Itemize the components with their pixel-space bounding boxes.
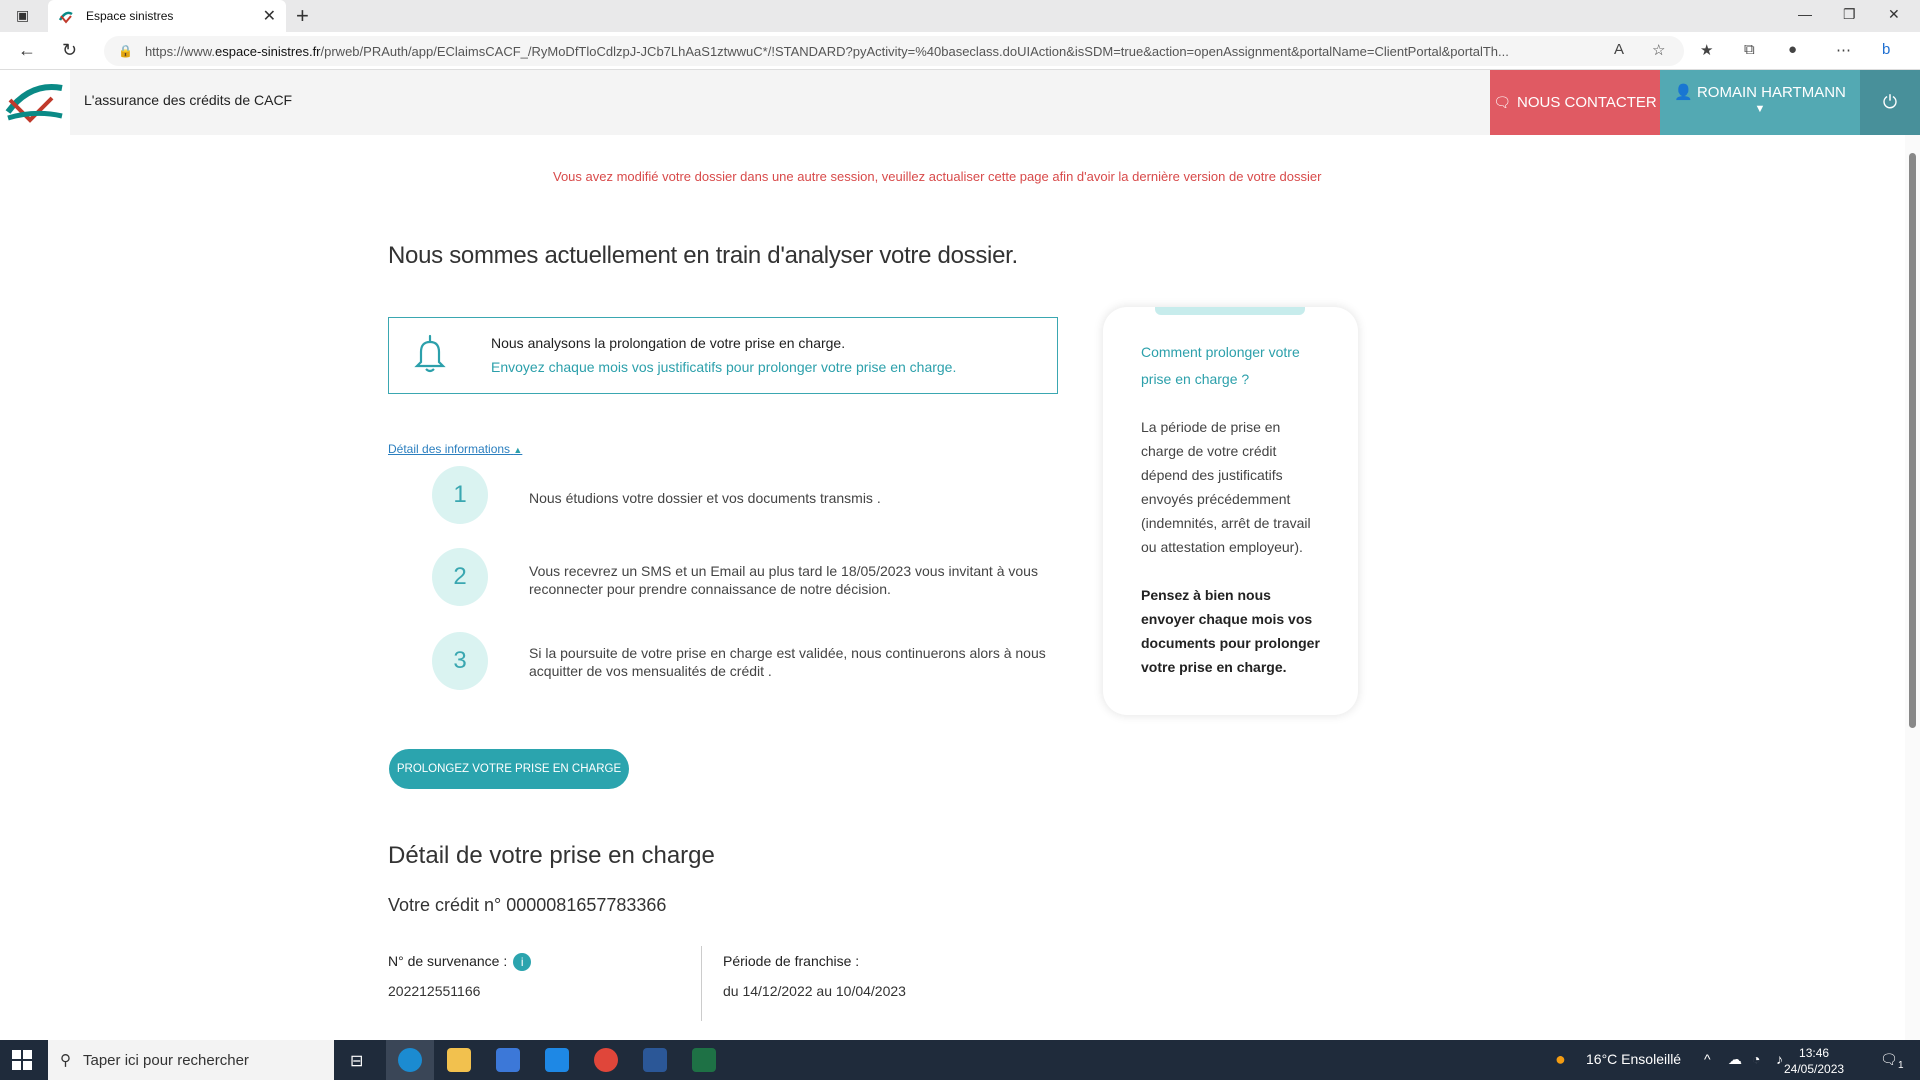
session-warning: Vous avez modifié votre dossier dans une… bbox=[553, 169, 1322, 184]
notice-title: Nous analysons la prolongation de votre … bbox=[491, 335, 846, 351]
mail-icon[interactable] bbox=[545, 1048, 569, 1072]
volume-icon[interactable]: ♪ bbox=[1776, 1051, 1783, 1067]
clock-time: 13:46 bbox=[1799, 1046, 1830, 1060]
taskbar: ⚲ Taper ici pour rechercher ⊟ ● 16°C Ens… bbox=[0, 1040, 1920, 1080]
tab-actions-icon[interactable]: ▣ bbox=[16, 7, 29, 24]
ca-favicon-icon bbox=[58, 11, 73, 24]
weather-text[interactable]: 16°C Ensoleillé bbox=[1586, 1051, 1681, 1067]
power-icon: ⏻ bbox=[1882, 92, 1898, 112]
taskbar-search[interactable]: ⚲ Taper ici pour rechercher bbox=[48, 1040, 334, 1080]
collections-icon[interactable]: ⧉ bbox=[1744, 41, 1755, 58]
user-menu[interactable]: 👤 ROMAIN HARTMANN ▼ bbox=[1660, 70, 1860, 135]
card-accent bbox=[1155, 307, 1305, 315]
page-title: Nous sommes actuellement en train d'anal… bbox=[388, 242, 1018, 269]
store-icon[interactable] bbox=[496, 1048, 520, 1072]
back-icon[interactable]: ← bbox=[18, 40, 36, 61]
card-strong: Pensez à bien nous envoyer chaque mois v… bbox=[1141, 587, 1320, 675]
url-host: espace-sinistres.fr bbox=[215, 43, 321, 59]
chat-icon: 🗨 bbox=[1493, 94, 1512, 110]
favorite-add-icon[interactable]: ☆ bbox=[1652, 41, 1665, 59]
extend-coverage-button[interactable]: PROLONGEZ VOTRE PRISE EN CHARGE bbox=[389, 749, 629, 789]
notification-count: 1 bbox=[1898, 1060, 1904, 1071]
contact-label: NOUS CONTACTER bbox=[1517, 94, 1657, 111]
credit-number: Votre crédit n° 0000081657783366 bbox=[388, 895, 667, 915]
notice-text: Envoyez chaque mois vos justificatifs po… bbox=[491, 359, 957, 375]
step-badge: 1 bbox=[432, 466, 488, 524]
card-body: La période de prise en charge de votre c… bbox=[1141, 419, 1311, 555]
refresh-icon[interactable]: ↻ bbox=[62, 40, 77, 61]
excel-icon[interactable] bbox=[692, 1048, 716, 1072]
read-aloud-icon[interactable]: A bbox=[1614, 41, 1624, 58]
new-tab-icon[interactable]: + bbox=[296, 3, 309, 29]
step-text: Si la poursuite de votre prise en charge… bbox=[529, 645, 1046, 679]
franchise-label: Période de franchise : bbox=[723, 953, 860, 969]
cloud-icon[interactable]: ☁ bbox=[1728, 1051, 1742, 1068]
scrollbar-thumb[interactable] bbox=[1909, 153, 1916, 728]
url-field[interactable]: 🔒 https://www. espace-sinistres.fr/prweb/… bbox=[104, 36, 1684, 66]
search-icon: ⚲ bbox=[60, 1052, 71, 1069]
divider bbox=[701, 946, 702, 1021]
brand-text: L'assurance des crédits de CACF bbox=[84, 92, 293, 108]
profile-icon[interactable]: ● bbox=[1788, 41, 1797, 58]
task-view-icon[interactable]: ⊟ bbox=[350, 1051, 363, 1071]
survenance-label: N° de survenance : bbox=[388, 953, 508, 969]
more-icon[interactable]: ⋯ bbox=[1836, 41, 1851, 59]
user-name: ROMAIN HARTMANN bbox=[1696, 84, 1846, 101]
contact-button[interactable]: 🗨 NOUS CONTACTER bbox=[1490, 70, 1660, 135]
restore-icon[interactable]: ❐ bbox=[1843, 6, 1856, 23]
edge-icon[interactable] bbox=[398, 1048, 422, 1072]
step-text: Nous étudions votre dossier et vos docum… bbox=[529, 490, 881, 506]
close-tab-icon[interactable]: ✕ bbox=[263, 6, 276, 26]
minimize-icon[interactable]: — bbox=[1798, 6, 1812, 22]
step-text: Vous recevrez un SMS et un Email au plus… bbox=[529, 563, 1038, 597]
lock-icon: 🔒 bbox=[118, 44, 133, 58]
sun-icon: ● bbox=[1555, 1049, 1566, 1069]
section-title: Détail de votre prise en charge bbox=[388, 842, 715, 869]
survenance-label-row: N° de survenance : i bbox=[388, 953, 532, 972]
bing-icon[interactable]: b bbox=[1882, 41, 1890, 58]
file-explorer-icon[interactable] bbox=[447, 1048, 471, 1072]
browser-tab[interactable]: Espace sinistres ✕ bbox=[48, 0, 286, 32]
url-path: /prweb/PRAuth/app/EClaimsCACF_/RyMoDfTlo… bbox=[320, 43, 1509, 59]
logout-button[interactable]: ⏻ bbox=[1860, 70, 1920, 135]
windows-start-icon[interactable] bbox=[12, 1050, 32, 1070]
franchise-value: du 14/12/2022 au 10/04/2023 bbox=[723, 983, 906, 999]
chevron-up-icon: ▲ bbox=[513, 445, 523, 455]
close-window-icon[interactable]: ✕ bbox=[1888, 6, 1900, 23]
step-badge: 2 bbox=[432, 548, 488, 606]
chevron-down-icon: ▼ bbox=[1754, 103, 1766, 115]
clock-date: 24/05/2023 bbox=[1784, 1062, 1845, 1076]
network-icon[interactable]: ◔ bbox=[1752, 1051, 1760, 1067]
card-title: Comment prolonger votre prise en charge … bbox=[1141, 344, 1300, 387]
tab-title: Espace sinistres bbox=[86, 9, 174, 23]
favorites-icon[interactable]: ★ bbox=[1700, 41, 1713, 59]
clock[interactable]: 13:46 24/05/2023 bbox=[1784, 1045, 1844, 1077]
url-prefix: https://www. bbox=[144, 43, 216, 59]
notice-box: Nous analysons la prolongation de votre … bbox=[388, 317, 1058, 394]
detail-toggle-link[interactable]: Détail des informations ▲ bbox=[388, 442, 522, 456]
page-scrollbar[interactable] bbox=[1905, 135, 1920, 1040]
address-bar-row: ← ↻ 🔒 https://www. espace-sinistres.fr/pr… bbox=[0, 32, 1920, 70]
info-icon[interactable]: i bbox=[513, 953, 532, 972]
survenance-value: 202212551166 bbox=[388, 983, 481, 999]
user-icon: 👤 bbox=[1674, 84, 1697, 101]
detail-link-label: Détail des informations bbox=[388, 442, 511, 456]
word-icon[interactable] bbox=[643, 1048, 667, 1072]
bell-icon bbox=[414, 334, 446, 373]
chevron-up-icon[interactable]: ^ bbox=[1704, 1051, 1711, 1067]
ca-logo-icon bbox=[5, 84, 63, 123]
search-placeholder: Taper ici pour rechercher bbox=[83, 1051, 249, 1069]
app-header: L'assurance des crédits de CACF 🗨 NOUS C… bbox=[0, 70, 1920, 135]
notification-icon[interactable]: 🗨 bbox=[1880, 1051, 1898, 1068]
ca-logo[interactable] bbox=[0, 70, 70, 135]
help-card: Comment prolonger votre prise en charge … bbox=[1103, 307, 1358, 715]
chrome-icon[interactable] bbox=[594, 1048, 618, 1072]
browser-tabbar: ▣ Espace sinistres ✕ + — ❐ ✕ bbox=[0, 0, 1920, 32]
step-badge: 3 bbox=[432, 632, 488, 690]
